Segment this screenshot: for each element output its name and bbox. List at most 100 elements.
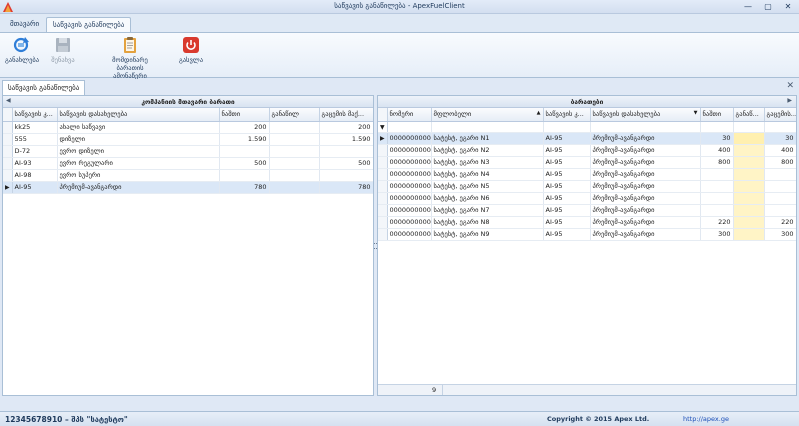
fuel-code-cell[interactable]: kk25: [12, 121, 58, 134]
fuel-name-cell[interactable]: პრემიუმ-ავანგარდი: [590, 168, 701, 181]
distributed-cell[interactable]: [733, 156, 765, 169]
card-number-cell[interactable]: 000000000008: [387, 216, 432, 229]
column-header-distributed[interactable]: განაწ...: [733, 108, 765, 122]
fuel-code-cell[interactable]: 555: [12, 133, 58, 146]
exit-button[interactable]: გასვლა: [176, 36, 206, 64]
table-row[interactable]: AI-98 ევრო სუპერი: [3, 169, 373, 182]
table-row[interactable]: 000000000004სატესტ, ეგარი N4AI-95პრემიუმ…: [378, 168, 796, 181]
distributed-cell[interactable]: [733, 132, 765, 145]
column-header-fuel-code[interactable]: საწვავის კ...: [543, 108, 591, 122]
refresh-button[interactable]: განახლება: [5, 36, 39, 64]
owner-cell[interactable]: სატესტ, ეგარი N8: [431, 216, 544, 229]
max-issue-cell[interactable]: 30: [764, 132, 796, 145]
table-row[interactable]: AI-93 ევრო რეგულარი 500 500: [3, 157, 373, 170]
table-row[interactable]: 000000000002სატესტ, ეგარი N2AI-95პრემიუმ…: [378, 144, 796, 157]
max-issue-cell[interactable]: 800: [764, 156, 796, 169]
fuel-name-cell[interactable]: პრემიუმ-ავანგარდი: [590, 228, 701, 241]
max-issue-cell[interactable]: [319, 145, 373, 158]
table-row[interactable]: 000000000003სატესტ, ეგარი N3AI-95პრემიუმ…: [378, 156, 796, 169]
collapse-right-icon[interactable]: ▶: [787, 97, 792, 104]
filter-cell[interactable]: [590, 121, 701, 133]
table-row[interactable]: 000000000007სატესტ, ეგარი N7AI-95პრემიუმ…: [378, 204, 796, 217]
column-header-fuel-code[interactable]: საწვავის კ...: [12, 108, 58, 122]
fuel-name-cell[interactable]: პრემიუმ-ავანგარდი: [590, 192, 701, 205]
column-header-balance[interactable]: ნაშთი: [700, 108, 734, 122]
fuel-code-cell[interactable]: AI-93: [12, 157, 58, 170]
distributed-cell[interactable]: [733, 204, 765, 217]
balance-cell[interactable]: 780: [219, 181, 270, 194]
max-issue-cell[interactable]: 500: [319, 157, 373, 170]
owner-cell[interactable]: სატესტ, ეგარი N5: [431, 180, 544, 193]
max-issue-cell[interactable]: 220: [764, 216, 796, 229]
card-number-cell[interactable]: 000000000007: [387, 204, 432, 217]
tab-document-fuel-distribution[interactable]: საწვავის განაწილება: [2, 80, 86, 95]
distributed-cell[interactable]: [733, 192, 765, 205]
filter-cell[interactable]: [543, 121, 591, 133]
fuel-code-cell[interactable]: AI-95: [543, 228, 591, 241]
fuel-code-cell[interactable]: AI-95: [543, 168, 591, 181]
column-header-distributed[interactable]: განაწილ: [269, 108, 320, 122]
fuel-name-cell[interactable]: ახალი საწვავი: [57, 121, 220, 134]
distributed-cell[interactable]: [733, 228, 765, 241]
column-header-balance[interactable]: ნაშთი: [219, 108, 270, 122]
card-number-cell[interactable]: 000000000001: [387, 132, 432, 145]
fuel-code-cell[interactable]: D-72: [12, 145, 58, 158]
distributed-cell[interactable]: [733, 168, 765, 181]
column-header-max-issue[interactable]: გაცემის მაქ...: [319, 108, 373, 122]
distributed-cell[interactable]: [269, 181, 320, 194]
table-row[interactable]: ▶000000000001სატესტ, ეგარი N1AI-95პრემიუ…: [378, 132, 796, 145]
card-number-cell[interactable]: 000000000005: [387, 180, 432, 193]
column-header-fuel-name[interactable]: საწვავის დასახელება ▼: [590, 108, 701, 122]
maximize-button[interactable]: ▢: [760, 1, 776, 12]
column-header-max-issue[interactable]: გაცემის...: [764, 108, 796, 122]
fuel-code-cell[interactable]: AI-95: [543, 156, 591, 169]
distributed-cell[interactable]: [269, 169, 320, 182]
fuel-name-cell[interactable]: პრემიუმ-ავანგარდი: [590, 132, 701, 145]
fuel-code-cell[interactable]: AI-95: [543, 180, 591, 193]
balance-cell[interactable]: 200: [219, 121, 270, 134]
max-issue-cell[interactable]: [764, 168, 796, 181]
card-number-cell[interactable]: 000000000002: [387, 144, 432, 157]
fuel-code-cell[interactable]: AI-95: [543, 132, 591, 145]
table-row[interactable]: D-72 ევრო დიზელი: [3, 145, 373, 158]
close-window-button[interactable]: ✕: [780, 1, 796, 12]
balance-cell[interactable]: [700, 168, 734, 181]
fuel-name-cell[interactable]: პრემიუმ-ავანგარდი: [590, 156, 701, 169]
max-issue-cell[interactable]: [764, 180, 796, 193]
balance-cell[interactable]: 220: [700, 216, 734, 229]
column-header-owner[interactable]: მფლობელი ▲: [431, 108, 544, 122]
owner-cell[interactable]: სატესტ, ეგარი N6: [431, 192, 544, 205]
fuel-name-cell[interactable]: დიზელი: [57, 133, 220, 146]
balance-cell[interactable]: [219, 169, 270, 182]
column-header-card-number[interactable]: ნომერი: [387, 108, 432, 122]
max-issue-cell[interactable]: 1.590: [319, 133, 373, 146]
save-button[interactable]: შენახვა: [48, 36, 78, 64]
owner-cell[interactable]: სატესტ, ეგარი N7: [431, 204, 544, 217]
filter-cell[interactable]: [733, 121, 765, 133]
fuel-code-cell[interactable]: AI-98: [12, 169, 58, 182]
owner-cell[interactable]: სატესტ, ეგარი N1: [431, 132, 544, 145]
balance-cell[interactable]: 500: [219, 157, 270, 170]
distributed-cell[interactable]: [269, 157, 320, 170]
owner-cell[interactable]: სატესტ, ეგარი N4: [431, 168, 544, 181]
column-header-fuel-name[interactable]: საწვავის დასახელება: [57, 108, 220, 122]
fuel-name-cell[interactable]: პრემიუმ-ავანგარდი: [590, 216, 701, 229]
balance-cell[interactable]: [700, 204, 734, 217]
balance-cell[interactable]: [700, 180, 734, 193]
table-row[interactable]: 000000000005სატესტ, ეგარი N5AI-95პრემიუმ…: [378, 180, 796, 193]
owner-cell[interactable]: სატესტ, ეგარი N9: [431, 228, 544, 241]
fuel-code-cell[interactable]: AI-95: [543, 144, 591, 157]
owner-cell[interactable]: სატესტ, ეგარი N2: [431, 144, 544, 157]
fuel-code-cell[interactable]: AI-95: [543, 216, 591, 229]
card-number-cell[interactable]: 000000000006: [387, 192, 432, 205]
owner-cell[interactable]: სატესტ, ეგარი N3: [431, 156, 544, 169]
card-number-cell[interactable]: 000000000003: [387, 156, 432, 169]
max-issue-cell[interactable]: [319, 169, 373, 182]
minimize-button[interactable]: —: [740, 1, 756, 12]
filter-cell[interactable]: [431, 121, 544, 133]
fuel-code-cell[interactable]: AI-95: [543, 204, 591, 217]
max-issue-cell[interactable]: [764, 204, 796, 217]
distributed-cell[interactable]: [269, 145, 320, 158]
max-issue-cell[interactable]: 780: [319, 181, 373, 194]
distributed-cell[interactable]: [269, 133, 320, 146]
